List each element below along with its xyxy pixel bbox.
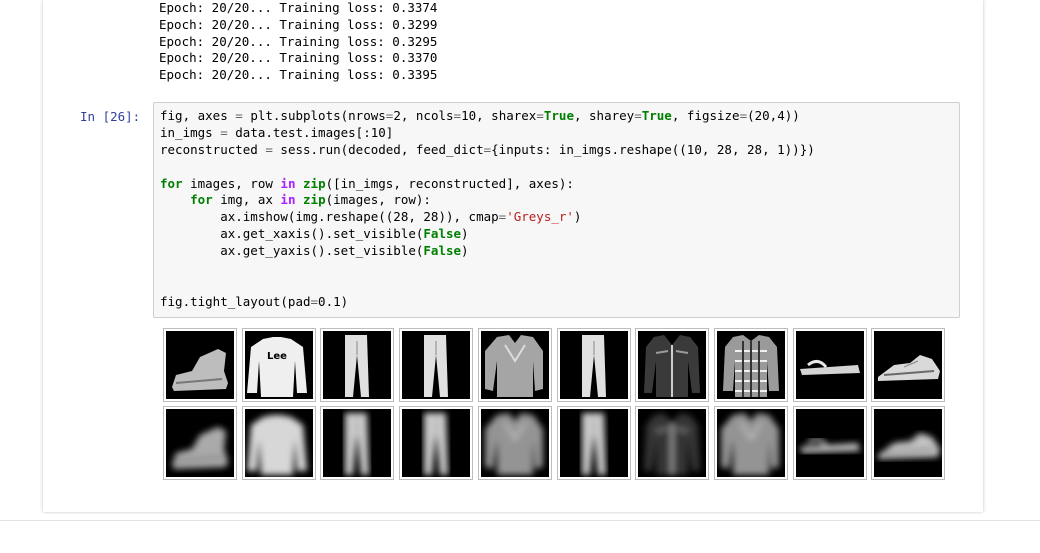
code-line-1: fig, axes = plt.subplots(nrows=2, ncols=…	[160, 108, 800, 123]
ankle-boot-image	[172, 349, 228, 391]
pullover-image: Lee	[247, 337, 307, 397]
shirt-plaid-image	[723, 335, 779, 397]
ankle-boot-blurred-image	[172, 427, 228, 469]
code-line-3: reconstructed = sess.run(decoded, feed_d…	[160, 141, 815, 157]
trouser-image	[345, 335, 369, 397]
code-line-7: ax.imshow(img.reshape((28, 28)), cmap='G…	[160, 209, 582, 225]
input-image-5	[478, 328, 552, 402]
trouser-blurred-image	[345, 413, 369, 475]
output-line: Epoch: 20/20... Training loss: 0.3374	[159, 0, 438, 15]
output-line: Epoch: 20/20... Training loss: 0.3295	[159, 33, 438, 49]
code-line-8: ax.get_xaxis().set_visible(False)	[160, 226, 469, 242]
code-line-12: fig.tight_layout(pad=0.1)	[160, 293, 349, 309]
input-image-7	[635, 328, 709, 402]
output-line: Epoch: 20/20... Training loss: 0.3299	[159, 16, 438, 32]
code-line-2: in_imgs = data.test.images[:10]	[160, 124, 394, 140]
code-line-6: for img, ax in zip(images, row):	[190, 192, 431, 208]
reconstructed-image-3	[320, 406, 394, 480]
shirt-blurred-image	[485, 413, 543, 475]
input-image-3	[320, 328, 394, 402]
footer-divider	[0, 520, 1040, 521]
output-line: Epoch: 20/20... Training loss: 0.3370	[159, 50, 438, 66]
coat-image	[644, 335, 700, 397]
input-image-2: Lee	[242, 328, 316, 402]
shirt-image	[485, 335, 543, 397]
code-line-5: for images, row in zip([in_imgs, reconst…	[160, 175, 574, 191]
reconstructed-image-6	[557, 406, 631, 480]
sneaker-image	[878, 355, 940, 381]
input-image-9	[793, 328, 867, 402]
sandal-blurred-image	[800, 438, 860, 453]
pullover-blurred-image	[247, 415, 307, 475]
coat-blurred-image	[644, 413, 700, 475]
reconstructed-image-9	[793, 406, 867, 480]
sandal-image	[800, 360, 860, 375]
reconstructed-image-1	[163, 406, 237, 480]
code-cell-editor[interactable]: fig, axes = plt.subplots(nrows=2, ncols=…	[153, 102, 960, 318]
trouser-image	[424, 335, 448, 397]
shirt-blurred-image	[721, 413, 779, 475]
reconstructed-image-8	[714, 406, 788, 480]
input-image-4	[399, 328, 473, 402]
trouser-blurred-image	[424, 413, 448, 475]
code-text[interactable]: fig, axes = plt.subplots(nrows=2, ncols=…	[160, 108, 815, 311]
reconstructed-image-2	[242, 406, 316, 480]
output-line: Epoch: 20/20... Training loss: 0.3395	[159, 67, 438, 83]
svg-text:Lee: Lee	[267, 351, 287, 362]
cell-output: Epoch: 20/20... Training loss: 0.3374 Ep…	[159, 0, 437, 84]
input-image-1	[163, 328, 237, 402]
reconstructed-image-5	[478, 406, 552, 480]
input-image-6	[557, 328, 631, 402]
reconstructed-image-7	[635, 406, 709, 480]
sneaker-blurred-image	[878, 433, 940, 459]
reconstructed-image-10	[871, 406, 945, 480]
input-image-8	[714, 328, 788, 402]
trouser-image	[582, 335, 606, 397]
output-figure: Lee	[163, 328, 945, 484]
reconstructed-image-4	[399, 406, 473, 480]
code-line-9: ax.get_yaxis().set_visible(False)	[160, 243, 469, 259]
cell-prompt: In [26]:	[80, 109, 141, 124]
input-image-10	[871, 328, 945, 402]
trouser-blurred-image	[582, 413, 606, 475]
